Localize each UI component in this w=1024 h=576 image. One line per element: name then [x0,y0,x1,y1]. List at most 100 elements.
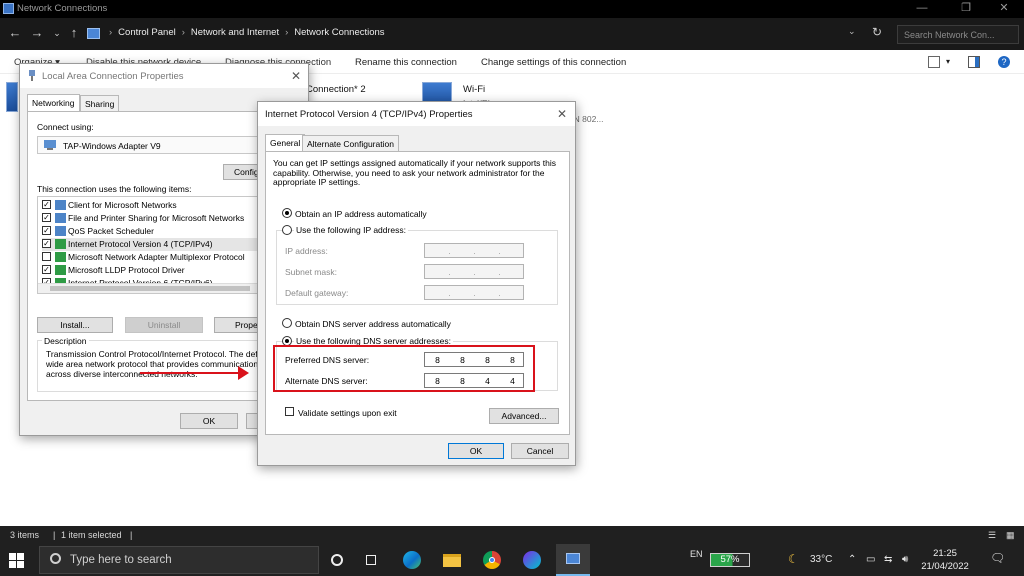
help-icon[interactable]: ? [998,56,1010,68]
up-arrow-icon[interactable]: ↑ [65,24,83,42]
weather-temperature[interactable]: 33°C [810,554,832,565]
show-hidden-icons-chevron-icon[interactable]: ⌃ [848,554,856,565]
maximize-button[interactable]: ❐ [952,1,980,17]
taskbar-search-placeholder: Type here to search [70,554,172,566]
rename-connection-command[interactable]: Rename this connection [355,57,457,68]
connection2-label[interactable]: Connection* 2 [306,84,366,95]
item-label: Microsoft LLDP Protocol Driver [68,265,185,275]
preview-pane-icon[interactable] [968,56,980,68]
tab-networking[interactable]: Networking [27,94,80,111]
network-status-icon[interactable]: ⇆ [884,554,892,565]
network-adapter-icon[interactable] [6,82,18,112]
default-gateway-field[interactable]: ... [424,285,524,300]
validate-checkbox[interactable] [285,407,294,416]
subnet-mask-field[interactable]: ... [424,264,524,279]
breadcrumb-control-panel[interactable]: Control Panel [118,27,176,38]
weather-icon[interactable]: ☾ [788,552,799,566]
protocol-icon [55,239,66,249]
cortana-icon[interactable] [325,548,349,572]
use-following-ip-label[interactable]: Use the following IP address: [294,225,408,235]
breadcrumb-network-and-internet[interactable]: Network and Internet [191,27,279,38]
advanced-button[interactable]: Advanced... [489,408,559,424]
window-title-bar: Network Connections — ❐ ✕ [0,0,1024,18]
close-window-button[interactable]: ✕ [990,1,1018,17]
list-item-selected[interactable]: ✓ Internet Protocol Version 4 (TCP/IPv4) [42,238,268,251]
edge-icon[interactable] [400,548,424,572]
file-explorer-icon[interactable] [440,548,464,572]
canva-icon[interactable] [520,548,544,572]
scrollbar-thumb[interactable] [50,286,250,291]
use-following-ip-radio[interactable] [282,225,292,235]
lan-dialog-title-bar: Local Area Connection Properties ✕ [20,64,308,88]
item-checkbox[interactable]: ✓ [42,200,51,209]
tab-alternate-configuration[interactable]: Alternate Configuration [302,135,399,151]
large-icons-view-icon[interactable]: ▦ [1006,530,1015,541]
clock-date: 21/04/2022 [921,561,969,572]
control-panel-icon [87,28,100,39]
uninstall-button[interactable]: Uninstall [125,317,203,333]
install-button[interactable]: Install... [37,317,113,333]
obtain-ip-auto-radio[interactable] [282,208,292,218]
volume-icon[interactable]: 🔊︎ [902,554,908,565]
item-checkbox[interactable]: ✓ [42,265,51,274]
notification-center-icon[interactable]: 🗨︎ [990,551,1005,565]
item-checkbox[interactable]: ✓ [42,239,51,248]
details-view-icon[interactable]: ☰ [988,530,996,541]
wifi-label[interactable]: Wi-Fi [463,84,485,95]
ip-address-field[interactable]: ... [424,243,524,258]
item-checkbox[interactable]: ✓ [42,226,51,235]
taskbar: Type here to search EN 57% ☾ 33°C ⌃ ▭ ⇆ … [0,544,1024,576]
refresh-icon[interactable]: ↻ [872,25,882,39]
ipv4-properties-dialog: Internet Protocol Version 4 (TCP/IPv4) P… [257,101,576,466]
search-input[interactable]: Search Network Con... [897,25,1019,44]
item-label: File and Printer Sharing for Microsoft N… [68,213,245,223]
dns-highlight-box [273,345,535,392]
address-dropdown-icon[interactable]: ⌄ [848,26,856,37]
client-icon [55,200,66,210]
ipv4-ok-button[interactable]: OK [448,443,504,459]
ipv4-dialog-title-bar: Internet Protocol Version 4 (TCP/IPv4) P… [258,102,575,126]
view-dropdown-icon[interactable]: ▾ [946,57,950,66]
annotation-arrow [140,372,244,374]
battery-indicator[interactable]: 57% [710,553,750,567]
adapter-field: TAP-Windows Adapter V9 [37,136,269,154]
chrome-icon[interactable] [480,548,504,572]
adapter-name: TAP-Windows Adapter V9 [63,141,161,151]
intro-text: You can get IP settings assigned automat… [273,158,557,187]
forward-arrow-icon[interactable]: → [28,24,46,42]
display-icon[interactable]: ▭ [866,554,875,565]
language-indicator[interactable]: EN [690,549,703,559]
task-view-icon[interactable] [360,548,384,572]
tab-general[interactable]: General [265,134,306,151]
network-connections-taskbar-icon[interactable] [556,544,590,576]
item-checkbox[interactable]: ✓ [42,213,51,222]
back-arrow-icon[interactable]: ← [6,24,24,42]
ipv4-dialog-title: Internet Protocol Version 4 (TCP/IPv4) P… [265,109,473,120]
sharing-icon [55,213,66,223]
connect-using-label: Connect using: [37,122,94,132]
lan-ok-button[interactable]: OK [180,413,238,429]
obtain-ip-auto-label[interactable]: Obtain an IP address automatically [295,209,427,219]
tab-sharing[interactable]: Sharing [80,95,120,111]
ipv4-dialog-close-button[interactable]: ✕ [554,106,570,122]
change-settings-command[interactable]: Change settings of this connection [481,57,626,68]
lan-dialog-close-button[interactable]: ✕ [288,68,304,84]
annotation-arrowhead-icon [238,366,249,380]
window-title: Network Connections [17,3,108,14]
item-checkbox[interactable] [42,252,51,261]
recent-locations-chevron-icon[interactable]: ⌄ [48,24,66,42]
network-icon [29,70,35,81]
validate-label[interactable]: Validate settings upon exit [298,408,397,418]
ipv4-cancel-button[interactable]: Cancel [511,443,569,459]
windows-start-icon[interactable] [9,553,24,568]
breadcrumb-network-connections[interactable]: Network Connections [294,27,384,38]
horizontal-scrollbar[interactable] [38,283,268,293]
view-options-icon[interactable] [928,56,940,68]
obtain-dns-auto-label[interactable]: Obtain DNS server address automatically [295,319,451,329]
clock[interactable]: 21:25 21/04/2022 [920,547,970,573]
obtain-dns-auto-radio[interactable] [282,318,292,328]
taskbar-search-input[interactable]: Type here to search [39,546,319,574]
minimize-button[interactable]: — [908,1,936,17]
item-label: QoS Packet Scheduler [68,226,154,236]
adapter-icon [44,140,56,150]
